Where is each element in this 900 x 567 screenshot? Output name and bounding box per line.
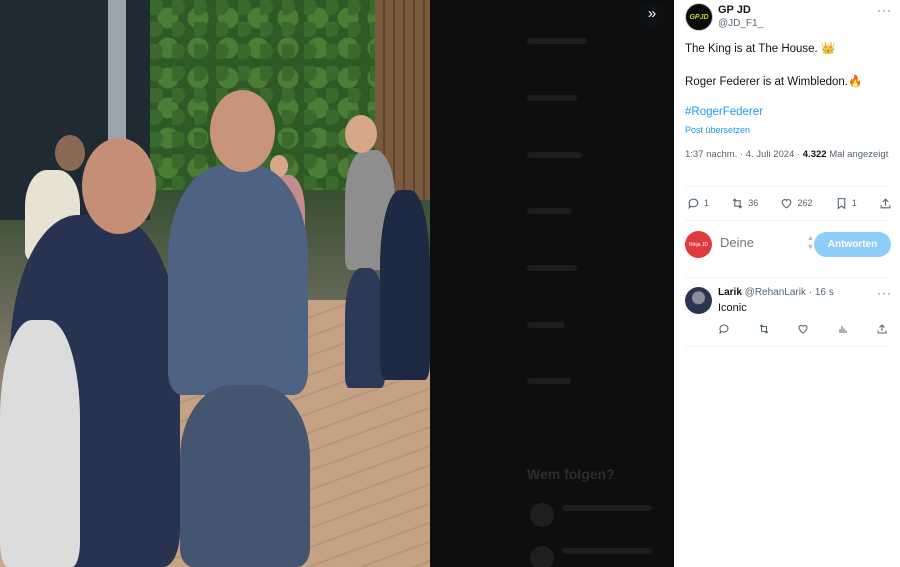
translate-post-link[interactable]: Post übersetzen: [685, 125, 750, 135]
share-icon: [880, 197, 891, 208]
view-count-label: Mal angezeigt: [829, 149, 889, 160]
bookmark-button[interactable]: 1: [835, 197, 857, 210]
repost-icon[interactable]: [758, 323, 770, 335]
tweet-photo[interactable]: [0, 0, 430, 567]
reply-more-options-icon[interactable]: ···: [877, 286, 892, 300]
author-handle[interactable]: @JD_F1_: [718, 18, 763, 29]
reply-icon: [688, 198, 699, 209]
heart-icon: [782, 198, 792, 208]
tweet-meta: 1:37 nachm. · 4. Juli 2024 · 4.322 Mal a…: [685, 148, 890, 162]
tweet-actions: 1 36 262 1: [687, 195, 892, 211]
tweet-text-line-2: Roger Federer is at Wimbledon.🔥: [685, 76, 863, 88]
view-count: 4.322: [802, 149, 827, 160]
reply-author-handle[interactable]: @RehanLarik · 16 s: [745, 287, 834, 298]
like-button[interactable]: 262: [780, 197, 813, 210]
reply-button[interactable]: 1: [687, 197, 709, 210]
reply-author: Larik @RehanLarik · 16 s: [718, 287, 834, 298]
reply-icon[interactable]: [718, 323, 730, 335]
share-icon[interactable]: [876, 323, 888, 335]
reply-author-avatar[interactable]: [685, 287, 712, 314]
expand-panel-button[interactable]: »: [640, 3, 664, 27]
double-chevron-right-icon: »: [647, 5, 657, 22]
share-button[interactable]: [879, 197, 892, 210]
reply-text: Iconic: [718, 302, 747, 314]
tweet-header: GPJD GP JD @JD_F1_ ···: [685, 3, 895, 33]
tweet-text-line-1: The King is at The House. 👑: [685, 43, 836, 55]
author-name[interactable]: GP JD: [718, 4, 751, 16]
reply-input[interactable]: [720, 235, 790, 250]
tweet-panel: GPJD GP JD @JD_F1_ ··· The King is at Th…: [674, 0, 900, 567]
analytics-icon[interactable]: [837, 323, 849, 335]
who-to-follow-title: Wem folgen?: [527, 466, 615, 482]
reply-composer: Ninja JD ▲▼ Antworten: [685, 230, 891, 260]
heart-icon[interactable]: [797, 323, 809, 335]
author-avatar[interactable]: GPJD: [685, 3, 713, 31]
reply-actions: [718, 323, 888, 335]
reply-submit-button[interactable]: Antworten: [814, 232, 891, 257]
more-options-icon[interactable]: ···: [877, 3, 892, 17]
scroll-stepper[interactable]: ▲ ▼: [807, 234, 814, 252]
tweet-viewer: Wem folgen? » GPJD GP JD @JD_F1_ ··· The…: [0, 0, 900, 567]
current-user-avatar: Ninja JD: [685, 231, 712, 258]
repost-button[interactable]: 36: [731, 197, 758, 210]
hashtag-link[interactable]: #RogerFederer: [685, 106, 763, 118]
bookmark-icon: [837, 197, 846, 209]
reply-author-name[interactable]: Larik: [718, 287, 742, 298]
tweet-timestamp[interactable]: 1:37 nachm. · 4. Juli 2024 ·: [685, 149, 800, 160]
repost-icon: [733, 197, 743, 209]
media-viewer: Wem folgen? »: [0, 0, 674, 567]
